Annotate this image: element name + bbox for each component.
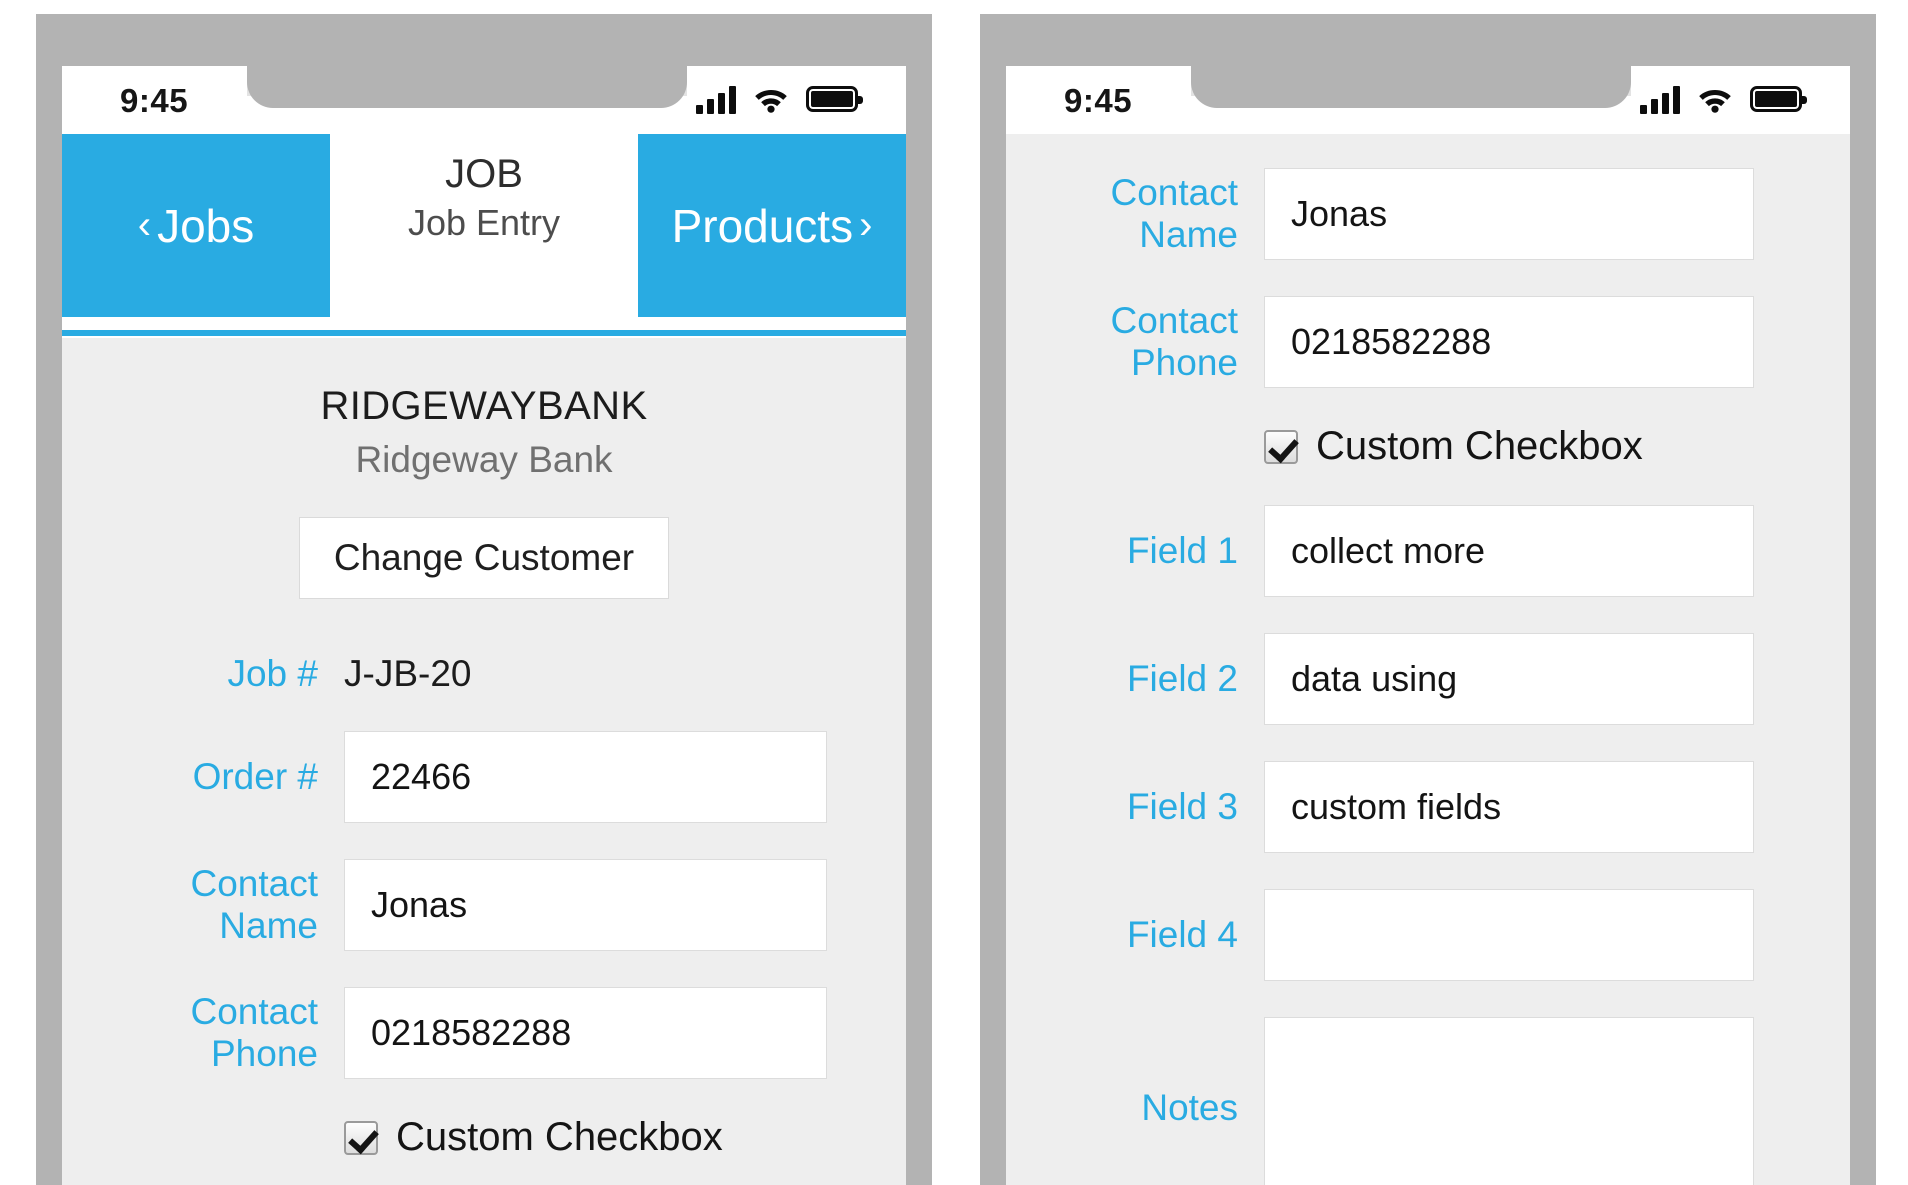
form-row-field-3: Field 3 custom fields	[1006, 761, 1850, 853]
form-row-field-2: Field 2 data using	[1006, 633, 1850, 725]
field-3-input[interactable]: custom fields	[1264, 761, 1754, 853]
screenshot-canvas: 9:45 ‹ Jobs JOB Job Entry Products › RID…	[0, 0, 1908, 1185]
field-3-label: Field 3	[1126, 786, 1238, 828]
form-row-field-4: Field 4	[1006, 889, 1850, 981]
form-row-contact-name: Contact Name Jonas	[1006, 168, 1850, 260]
form-row-field-1: Field 1 collect more	[1006, 505, 1850, 597]
custom-checkbox-row[interactable]: Custom Checkbox	[62, 1115, 906, 1160]
nav-products-button[interactable]: Products ›	[638, 134, 906, 317]
status-bar-left: 9:45	[62, 66, 906, 134]
contact-name-label: Contact Name	[62, 863, 344, 947]
chevron-left-icon: ‹	[137, 203, 152, 247]
notch	[247, 66, 687, 108]
form-content-left: RIDGEWAYBANK Ridgeway Bank Change Custom…	[62, 338, 906, 1185]
signal-icon	[1640, 84, 1680, 114]
page-subtitle: Job Entry	[407, 201, 561, 243]
nav-back-jobs-button[interactable]: ‹ Jobs	[62, 134, 330, 317]
phone-frame-right: 9:45 Contact Name Jonas Contact Phone 02…	[980, 14, 1876, 1185]
custom-checkbox-label: Custom Checkbox	[396, 1115, 723, 1159]
notes-label: Notes	[1141, 1087, 1238, 1129]
phone-screen-left: 9:45 ‹ Jobs JOB Job Entry Products › RID…	[62, 66, 906, 1185]
nav-back-label: Jobs	[157, 199, 255, 252]
form-content-right: Contact Name Jonas Contact Phone 0218582…	[1006, 134, 1850, 1185]
contact-phone-input[interactable]: 0218582288	[1264, 296, 1754, 388]
order-number-input[interactable]: 22466	[344, 731, 827, 823]
form-row-contact-phone: Contact Phone 0218582288	[1006, 296, 1850, 388]
form-row-job-number: Job # J-JB-20	[62, 653, 906, 695]
nav-bar-left: ‹ Jobs JOB Job Entry Products ›	[62, 134, 906, 336]
notes-textarea[interactable]: ◢	[1264, 1017, 1754, 1185]
contact-name-input[interactable]: Jonas	[344, 859, 827, 951]
form-row-notes: Notes ◢	[1006, 1017, 1850, 1185]
contact-phone-label: Contact Phone	[62, 991, 344, 1075]
nav-title-group: JOB Job Entry	[330, 150, 638, 245]
contact-name-label-line1: Contact	[1110, 172, 1238, 214]
status-icons	[696, 84, 863, 114]
customer-code: RIDGEWAYBANK	[320, 384, 648, 428]
field-2-input[interactable]: data using	[1264, 633, 1754, 725]
wifi-icon	[752, 84, 790, 114]
signal-icon	[696, 84, 736, 114]
status-time: 9:45	[120, 82, 189, 119]
contact-phone-label-line1: Contact	[1110, 300, 1238, 342]
field-1-input[interactable]: collect more	[1264, 505, 1754, 597]
custom-checkbox-label: Custom Checkbox	[1316, 424, 1643, 468]
phone-screen-right: 9:45 Contact Name Jonas Contact Phone 02…	[1006, 66, 1850, 1185]
contact-name-label-line2: Name	[1139, 214, 1238, 255]
form-row-contact-name: Contact Name Jonas	[62, 859, 906, 951]
change-customer-button[interactable]: Change Customer	[298, 517, 670, 599]
battery-icon	[1750, 86, 1807, 112]
order-number-label: Order #	[192, 756, 318, 798]
status-bar-right: 9:45	[1006, 66, 1850, 134]
status-time: 9:45	[1064, 82, 1133, 119]
page-title: JOB	[445, 152, 523, 196]
phone-frame-left: 9:45 ‹ Jobs JOB Job Entry Products › RID…	[36, 14, 932, 1185]
custom-checkbox[interactable]	[1264, 429, 1298, 464]
contact-phone-label: Contact Phone	[1006, 300, 1264, 384]
nav-forward-label: Products	[671, 199, 854, 252]
contact-name-label-line1: Contact	[190, 863, 318, 905]
contact-phone-label-line2: Phone	[1131, 342, 1238, 383]
wifi-icon	[1696, 84, 1734, 114]
custom-checkbox[interactable]	[344, 1120, 378, 1155]
field-4-input[interactable]	[1264, 889, 1754, 981]
contact-name-label: Contact Name	[1006, 172, 1264, 256]
chevron-right-icon: ›	[859, 203, 873, 247]
contact-phone-label-line1: Contact	[190, 991, 318, 1033]
form-row-contact-phone: Contact Phone 0218582288	[62, 987, 906, 1079]
custom-checkbox-row[interactable]: Custom Checkbox	[1006, 424, 1850, 469]
job-number-value: J-JB-20	[344, 653, 472, 694]
job-number-label: Job #	[227, 653, 318, 695]
contact-name-label-line2: Name	[219, 905, 318, 946]
contact-phone-label-line2: Phone	[211, 1033, 318, 1074]
form-row-order-number: Order # 22466	[62, 731, 906, 823]
field-2-label: Field 2	[1126, 658, 1238, 700]
field-1-label: Field 1	[1126, 530, 1238, 572]
notch	[1191, 66, 1631, 108]
contact-phone-input[interactable]: 0218582288	[344, 987, 827, 1079]
status-icons	[1640, 84, 1807, 114]
nav-divider	[62, 330, 906, 336]
battery-icon	[806, 86, 863, 112]
contact-name-input[interactable]: Jonas	[1264, 168, 1754, 260]
customer-name: Ridgeway Bank	[355, 439, 613, 480]
field-4-label: Field 4	[1126, 914, 1238, 956]
